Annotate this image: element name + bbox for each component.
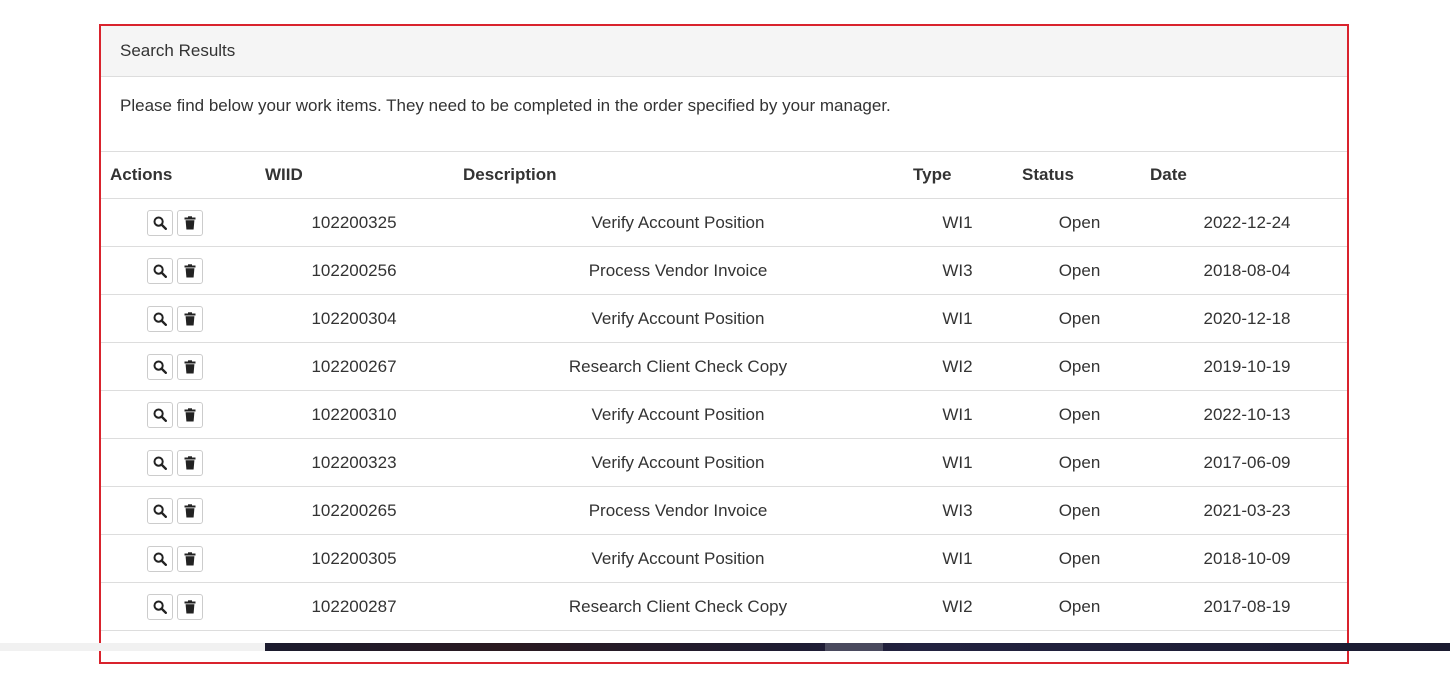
date-cell: 2018-08-04 — [1147, 246, 1347, 295]
delete-button[interactable] — [177, 209, 203, 236]
wiid-cell: 102200256 — [255, 246, 453, 295]
table-row: 102200310 Verify Account Position WI1 Open 2… — [101, 390, 1347, 439]
date-cell: 2021-03-23 — [1147, 486, 1347, 535]
view-button[interactable] — [147, 257, 173, 284]
search-results-panel: Search Results Please find below your wo… — [99, 24, 1349, 664]
table-row: 102200304 Verify Account Position WI1 Open 2… — [101, 294, 1347, 343]
view-button[interactable] — [147, 545, 173, 572]
table-row: 102200287 Research Client Check Copy WI2 Op… — [101, 582, 1347, 631]
wiid-cell: 102200304 — [255, 294, 453, 343]
wiid-cell: 102200265 — [255, 486, 453, 535]
delete-button[interactable] — [177, 497, 203, 524]
header-date: Date — [1147, 152, 1347, 199]
table-row: 102200323 Verify Account Position WI1 Open 2… — [101, 438, 1347, 487]
header-type: Type — [903, 152, 1012, 199]
view-button[interactable] — [147, 305, 173, 332]
view-button[interactable] — [147, 497, 173, 524]
table-row: 102200305 Verify Account Position WI1 Open 2… — [101, 534, 1347, 583]
delete-button[interactable] — [177, 545, 203, 572]
description-cell: Process Vendor Invoice — [453, 246, 903, 295]
wiid-cell: 102200267 — [255, 342, 453, 391]
actions-cell — [101, 198, 255, 247]
type-cell: WI2 — [903, 582, 1012, 631]
type-cell: WI2 — [903, 342, 1012, 391]
delete-button[interactable] — [177, 449, 203, 476]
table-header-row: Actions WIID Description Type Status Dat… — [101, 152, 1347, 199]
actions-cell — [101, 294, 255, 343]
description-cell: Research Client Check Copy — [453, 582, 903, 631]
type-cell: WI1 — [903, 534, 1012, 583]
table-row: 102200325 Verify Account Position WI1 Open 2… — [101, 198, 1347, 247]
description-cell: Verify Account Position — [453, 438, 903, 487]
actions-cell — [101, 582, 255, 631]
table-row: 102200265 Process Vendor Invoice WI3 Open 20… — [101, 486, 1347, 535]
view-button[interactable] — [147, 209, 173, 236]
wiid-cell: 102200325 — [255, 198, 453, 247]
table-body: 102200325 Verify Account Position WI1 Open 2… — [101, 198, 1347, 631]
wiid-cell: 102200310 — [255, 390, 453, 439]
actions-cell — [101, 486, 255, 535]
type-cell: WI1 — [903, 390, 1012, 439]
taskbar-item[interactable] — [825, 643, 883, 651]
header-status: Status — [1012, 152, 1147, 199]
date-cell: 2018-10-09 — [1147, 534, 1347, 583]
description-cell: Process Vendor Invoice — [453, 486, 903, 535]
date-cell: 2019-10-19 — [1147, 342, 1347, 391]
header-description: Description — [453, 152, 903, 199]
date-cell: 2017-08-19 — [1147, 582, 1347, 631]
status-cell: Open — [1012, 438, 1147, 487]
view-button[interactable] — [147, 353, 173, 380]
work-items-table: Actions WIID Description Type Status Dat… — [101, 152, 1347, 631]
delete-button[interactable] — [177, 401, 203, 428]
wiid-cell: 102200287 — [255, 582, 453, 631]
status-cell: Open — [1012, 198, 1147, 247]
date-cell: 2020-12-18 — [1147, 294, 1347, 343]
page: Search Results Please find below your wo… — [0, 0, 1450, 677]
header-actions: Actions — [101, 152, 255, 199]
status-cell: Open — [1012, 294, 1147, 343]
delete-button[interactable] — [177, 593, 203, 620]
status-cell: Open — [1012, 390, 1147, 439]
actions-cell — [101, 534, 255, 583]
delete-button[interactable] — [177, 353, 203, 380]
actions-cell — [101, 342, 255, 391]
status-cell: Open — [1012, 582, 1147, 631]
table-row: 102200256 Process Vendor Invoice WI3 Open 20… — [101, 246, 1347, 295]
description-cell: Verify Account Position — [453, 390, 903, 439]
date-cell: 2022-12-24 — [1147, 198, 1347, 247]
actions-cell — [101, 390, 255, 439]
type-cell: WI1 — [903, 294, 1012, 343]
type-cell: WI1 — [903, 198, 1012, 247]
intro-text: Please find below your work items. They … — [101, 77, 1347, 152]
type-cell: WI3 — [903, 486, 1012, 535]
wiid-cell: 102200305 — [255, 534, 453, 583]
description-cell: Verify Account Position — [453, 198, 903, 247]
status-cell: Open — [1012, 534, 1147, 583]
type-cell: WI3 — [903, 246, 1012, 295]
description-cell: Verify Account Position — [453, 294, 903, 343]
delete-button[interactable] — [177, 305, 203, 332]
status-cell: Open — [1012, 246, 1147, 295]
date-cell: 2022-10-13 — [1147, 390, 1347, 439]
view-button[interactable] — [147, 401, 173, 428]
description-cell: Verify Account Position — [453, 534, 903, 583]
table-row: 102200267 Research Client Check Copy WI2 Op… — [101, 342, 1347, 391]
wiid-cell: 102200323 — [255, 438, 453, 487]
actions-cell — [101, 246, 255, 295]
view-button[interactable] — [147, 593, 173, 620]
date-cell: 2017-06-09 — [1147, 438, 1347, 487]
description-cell: Research Client Check Copy — [453, 342, 903, 391]
status-cell: Open — [1012, 486, 1147, 535]
panel-heading: Search Results — [101, 26, 1347, 77]
view-button[interactable] — [147, 449, 173, 476]
taskbar — [0, 643, 1450, 651]
header-wiid: WIID — [255, 152, 453, 199]
delete-button[interactable] — [177, 257, 203, 284]
actions-cell — [101, 438, 255, 487]
type-cell: WI1 — [903, 438, 1012, 487]
status-cell: Open — [1012, 342, 1147, 391]
